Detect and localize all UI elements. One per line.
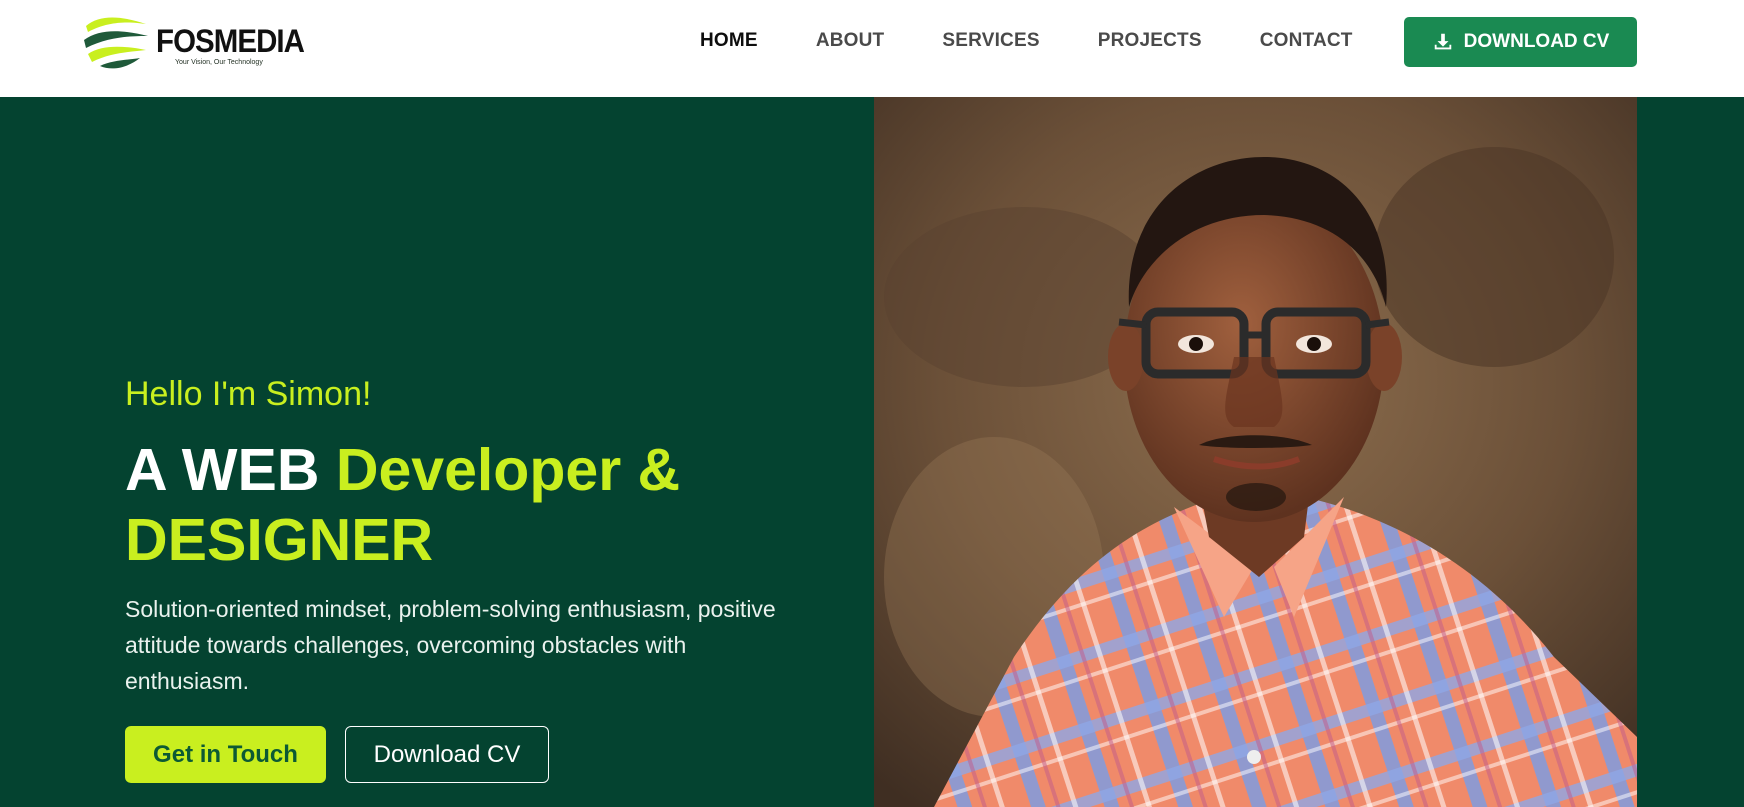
logo-mark-icon [84,12,148,70]
download-cv-outline-button[interactable]: Download CV [345,726,549,783]
hero-section: Hello I'm Simon! A WEB Developer & DESIG… [0,97,1744,807]
brand-logo[interactable]: FOSMEDIA Your Vision, Our Technology [80,10,305,72]
portrait-photo [874,97,1637,807]
hero-greeting: Hello I'm Simon! [125,375,372,413]
nav-item-projects[interactable]: PROJECTS [1098,30,1202,56]
hero-description: Solution-oriented mindset, problem-solvi… [125,596,776,694]
main-nav: HOME ABOUT SERVICES PROJECTS CONTACT [700,30,1411,56]
hero-headline: A WEB Developer & DESIGNER [125,435,745,575]
site-header: FOSMEDIA Your Vision, Our Technology HOM… [0,0,1744,97]
headline-white: A WEB [125,437,336,503]
download-cv-button[interactable]: DOWNLOAD CV [1404,17,1637,67]
nav-item-contact[interactable]: CONTACT [1260,30,1353,56]
brand-name: FOSMEDIA [156,23,305,59]
brand-tagline: Your Vision, Our Technology [175,59,263,66]
download-cv-label: DOWNLOAD CV [1463,31,1610,52]
nav-item-services[interactable]: SERVICES [942,30,1039,56]
headline-accent-1: Developer & [335,437,681,503]
nav-item-home[interactable]: HOME [700,30,758,56]
download-icon [1434,33,1451,50]
headline-accent-2: DESIGNER [125,507,434,573]
nav-item-about[interactable]: ABOUT [816,30,885,56]
get-in-touch-button[interactable]: Get in Touch [125,726,326,783]
